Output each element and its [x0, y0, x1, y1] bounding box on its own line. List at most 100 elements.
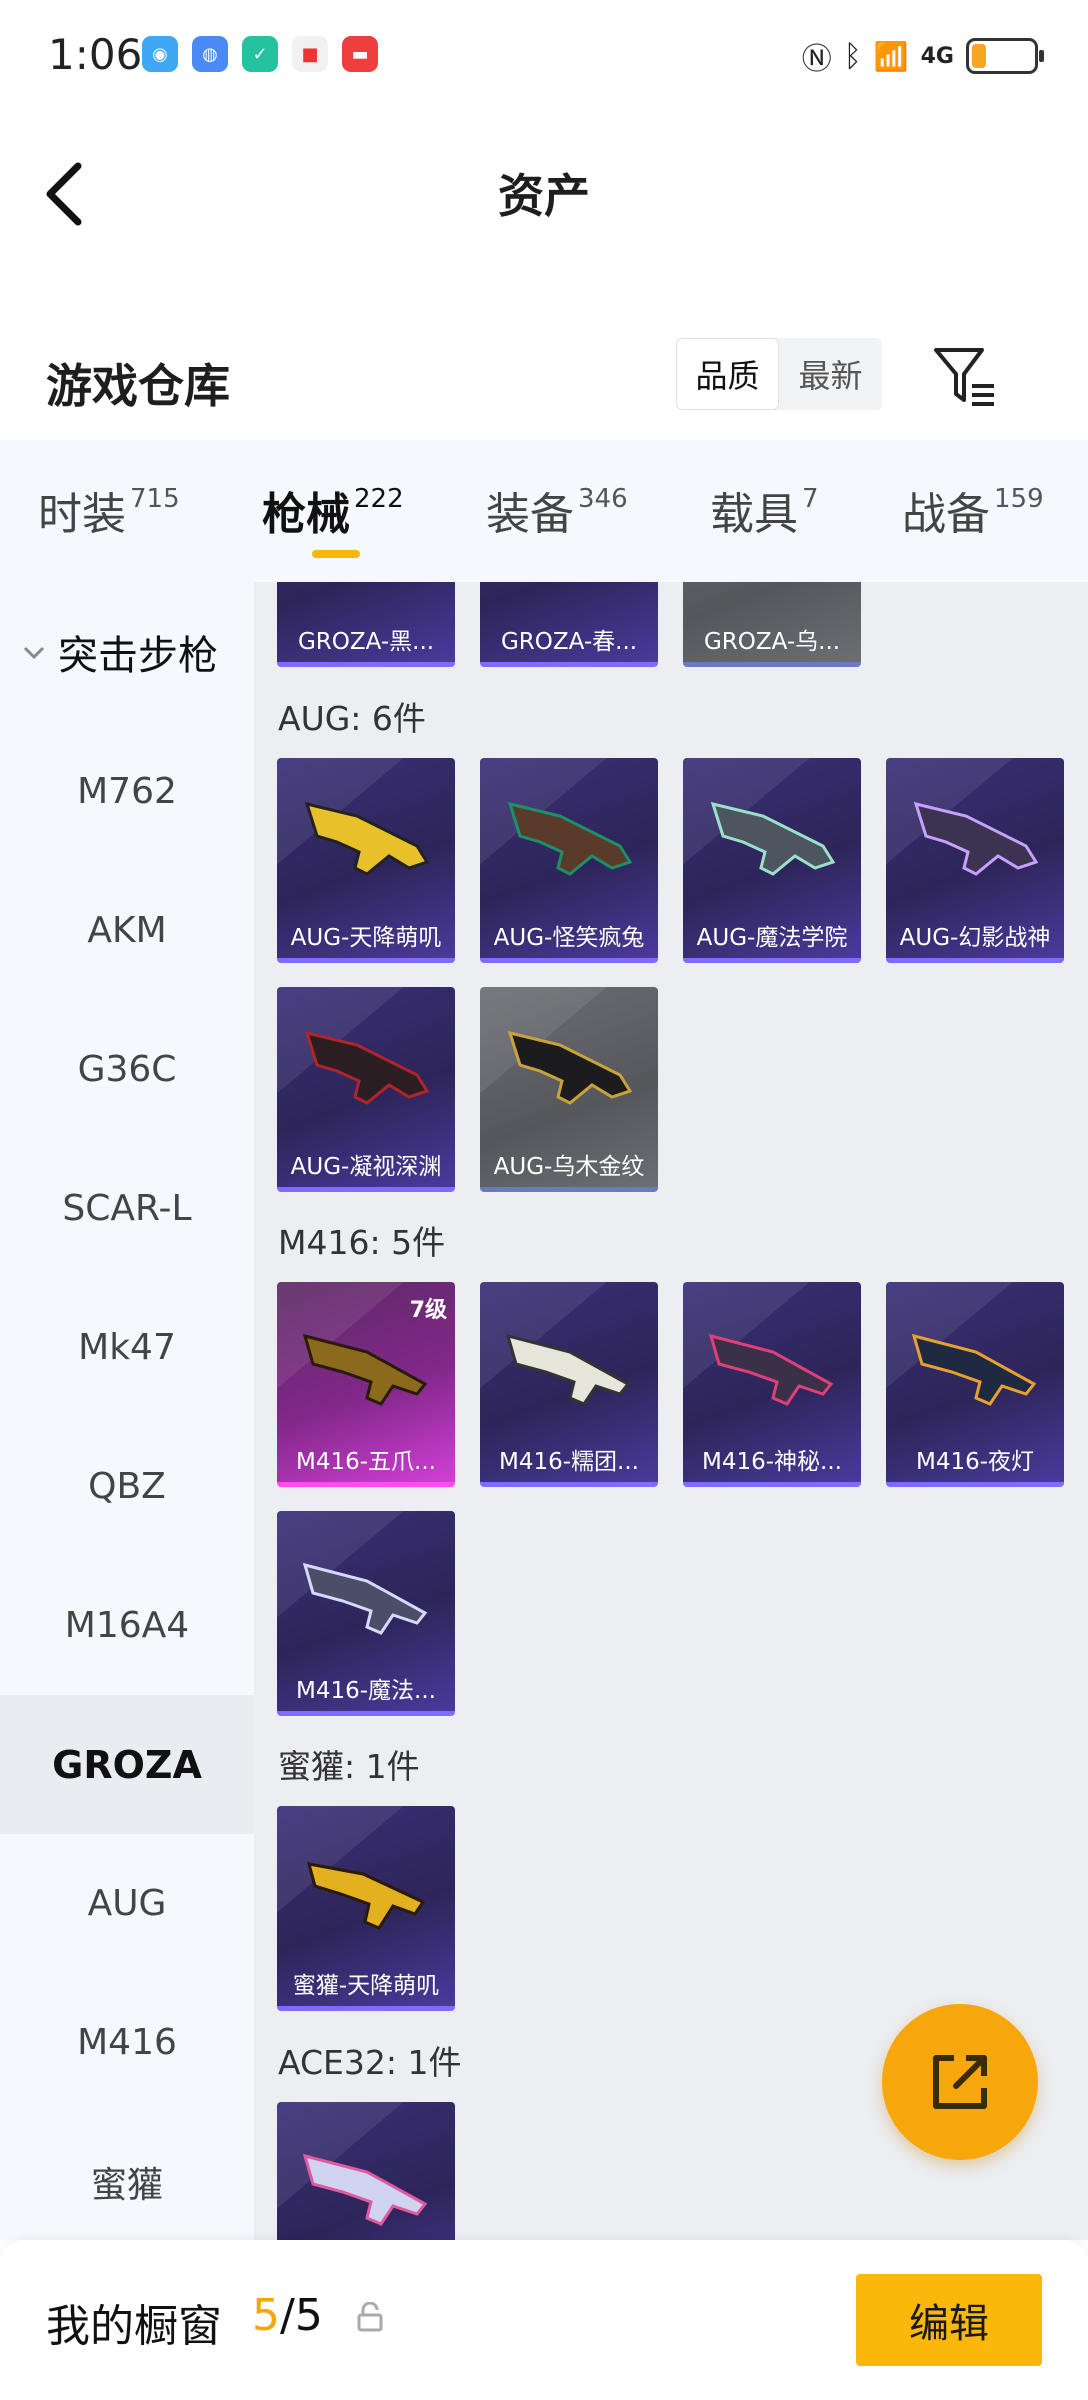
- rifle-skin-icon: [507, 801, 633, 876]
- group-header-ace32: ACE32: 1件: [278, 2043, 462, 2082]
- battery-icon: [966, 38, 1044, 74]
- category-tabs: 时装 715 枪械 222 装备 346 载具 7 战备 159: [0, 440, 1088, 582]
- weapon-grid: GROZA-黑... GROZA-春... GROZA-乌... AUG: 6件…: [254, 582, 1088, 2240]
- rifle-skin-icon: [505, 1333, 631, 1406]
- tab-count: 715: [130, 484, 180, 514]
- group-header-m416: M416: 5件: [278, 1223, 446, 1262]
- weapon-name: GROZA-春...: [500, 629, 638, 655]
- tab-firearms[interactable]: 枪械 222: [262, 478, 404, 542]
- weapon-name: M416-五爪...: [296, 1449, 436, 1475]
- app-header: 资产: [0, 110, 1088, 270]
- weapon-card[interactable]: 蜜獾-天降萌叽: [277, 1806, 455, 2011]
- tab-equipment[interactable]: 装备 346: [486, 478, 628, 542]
- weapon-card[interactable]: GROZA-春...: [480, 582, 658, 667]
- weapon-name: AUG-凝视深渊: [290, 1154, 442, 1180]
- edit-button[interactable]: 编辑: [856, 2274, 1042, 2366]
- rifle-skin-icon: [911, 1333, 1037, 1406]
- sort-toggle: 品质 最新: [676, 338, 882, 410]
- tab-count: 346: [578, 484, 628, 514]
- sidebar-item-mk47[interactable]: Mk47: [0, 1278, 254, 1417]
- sidebar-item-qbz[interactable]: QBZ: [0, 1417, 254, 1556]
- sidebar-item-m16a4[interactable]: M16A4: [0, 1556, 254, 1695]
- sidebar-item-g36c[interactable]: G36C: [0, 1000, 254, 1139]
- rifle-skin-icon: [507, 1030, 633, 1105]
- rifle-skin-icon: [304, 801, 430, 876]
- active-tab-indicator: [312, 550, 360, 558]
- weapon-name: AUG-幻影战神: [899, 925, 1051, 951]
- weapon-card[interactable]: AUG-怪笑疯兔: [480, 758, 658, 963]
- weapon-card[interactable]: M416-夜灯: [886, 1282, 1064, 1487]
- tab-label: 装备: [486, 489, 574, 540]
- page-title: 资产: [498, 169, 590, 223]
- app-notification-icon: ◉: [142, 36, 178, 72]
- weapon-name: M416-糯团...: [499, 1449, 639, 1475]
- weapon-card[interactable]: AUG-魔法学院: [683, 758, 861, 963]
- group-header-aug: AUG: 6件: [278, 699, 426, 738]
- weapon-name: AUG-天降萌叽: [290, 925, 442, 951]
- tab-vehicles[interactable]: 载具 7: [710, 478, 819, 542]
- status-bar: 1:06 ◉ ◍ ✓ ■ ▬ Ⓝ ᛒ 📶 4G: [0, 0, 1088, 110]
- tab-label: 枪械: [262, 489, 350, 540]
- showcase-used: 5: [252, 2290, 280, 2341]
- category-label: 突击步枪: [58, 633, 218, 679]
- store-notification-icon: ▬: [342, 36, 378, 72]
- weapon-card[interactable]: GROZA-黑...: [277, 582, 455, 667]
- tab-count: 222: [354, 484, 404, 514]
- category-assault-rifles[interactable]: 突击步枪: [0, 582, 254, 722]
- weapon-card[interactable]: [277, 2102, 455, 2240]
- weapon-card[interactable]: M416-魔法...: [277, 1511, 455, 1716]
- weapon-card[interactable]: AUG-乌木金纹: [480, 987, 658, 1192]
- weapon-card[interactable]: M416-糯团...: [480, 1282, 658, 1487]
- filter-icon[interactable]: [930, 340, 1000, 410]
- wifi-icon: 📶: [873, 39, 909, 73]
- weapon-name: GROZA-黑...: [297, 629, 435, 655]
- showcase-separator: /: [280, 2290, 295, 2341]
- showcase-label: 我的橱窗: [46, 2301, 222, 2352]
- cellular-signal-icon: 4G: [920, 43, 954, 69]
- showcase-bar: 我的橱窗 5/5 编辑: [0, 2240, 1088, 2400]
- sidebar-item-groza[interactable]: GROZA: [0, 1695, 254, 1834]
- weapon-card[interactable]: AUG-天降萌叽: [277, 758, 455, 963]
- sidebar-item-scar-l[interactable]: SCAR-L: [0, 1139, 254, 1278]
- weapon-name: 蜜獾-天降萌叽: [292, 1973, 440, 1999]
- rifle-skin-icon: [708, 1333, 834, 1406]
- tab-label: 时装: [38, 489, 126, 540]
- sort-option-quality[interactable]: 品质: [676, 338, 779, 410]
- tab-fashion[interactable]: 时装 715: [38, 478, 180, 542]
- tab-count: 159: [994, 484, 1044, 514]
- weapon-card[interactable]: AUG-凝视深渊: [277, 987, 455, 1192]
- share-fab-button[interactable]: [882, 2004, 1038, 2160]
- tab-tactical-gear[interactable]: 战备 159: [902, 478, 1044, 542]
- notification-icons: ◉ ◍ ✓ ■ ▬: [142, 36, 378, 72]
- weapon-name: M416-魔法...: [296, 1678, 436, 1704]
- sidebar-item-aug[interactable]: AUG: [0, 1834, 254, 1973]
- sidebar-item-m762[interactable]: M762: [0, 722, 254, 861]
- sidebar-item-akm[interactable]: AKM: [0, 861, 254, 1000]
- showcase-count: 5/5: [252, 2290, 323, 2341]
- rifle-skin-icon: [302, 1562, 428, 1635]
- weapon-card[interactable]: GROZA-乌...: [683, 582, 861, 667]
- weapon-name: M416-神秘...: [702, 1449, 842, 1475]
- section-title: 游戏仓库: [46, 359, 230, 413]
- warehouse-section-header: 游戏仓库 品质 最新: [0, 320, 1088, 440]
- lock-icon: [357, 2302, 383, 2332]
- sidebar-item-m416[interactable]: M416: [0, 1973, 254, 2112]
- weapon-name: AUG-魔法学院: [696, 925, 848, 951]
- weapon-card[interactable]: 7级 M416-五爪...: [277, 1282, 455, 1487]
- tab-label: 战备: [902, 489, 990, 540]
- rifle-skin-icon: [913, 801, 1039, 876]
- browser-notification-icon: ◍: [192, 36, 228, 72]
- tab-count: 7: [802, 484, 819, 514]
- weapon-name: M416-夜灯: [915, 1449, 1035, 1475]
- weapon-card[interactable]: AUG-幻影战神: [886, 758, 1064, 963]
- weapon-card[interactable]: M416-神秘...: [683, 1282, 861, 1487]
- showcase-total: 5: [294, 2290, 323, 2341]
- security-notification-icon: ✓: [242, 36, 278, 72]
- weapon-name: GROZA-乌...: [703, 629, 841, 655]
- nfc-icon: Ⓝ: [801, 42, 832, 77]
- weapon-name: AUG-乌木金纹: [493, 1154, 645, 1180]
- rifle-skin-icon: [302, 2153, 428, 2226]
- bluetooth-icon: ᛒ: [843, 38, 862, 74]
- sidebar-item-honey-badger[interactable]: 蜜獾: [0, 2112, 254, 2251]
- sort-option-latest[interactable]: 最新: [779, 338, 882, 410]
